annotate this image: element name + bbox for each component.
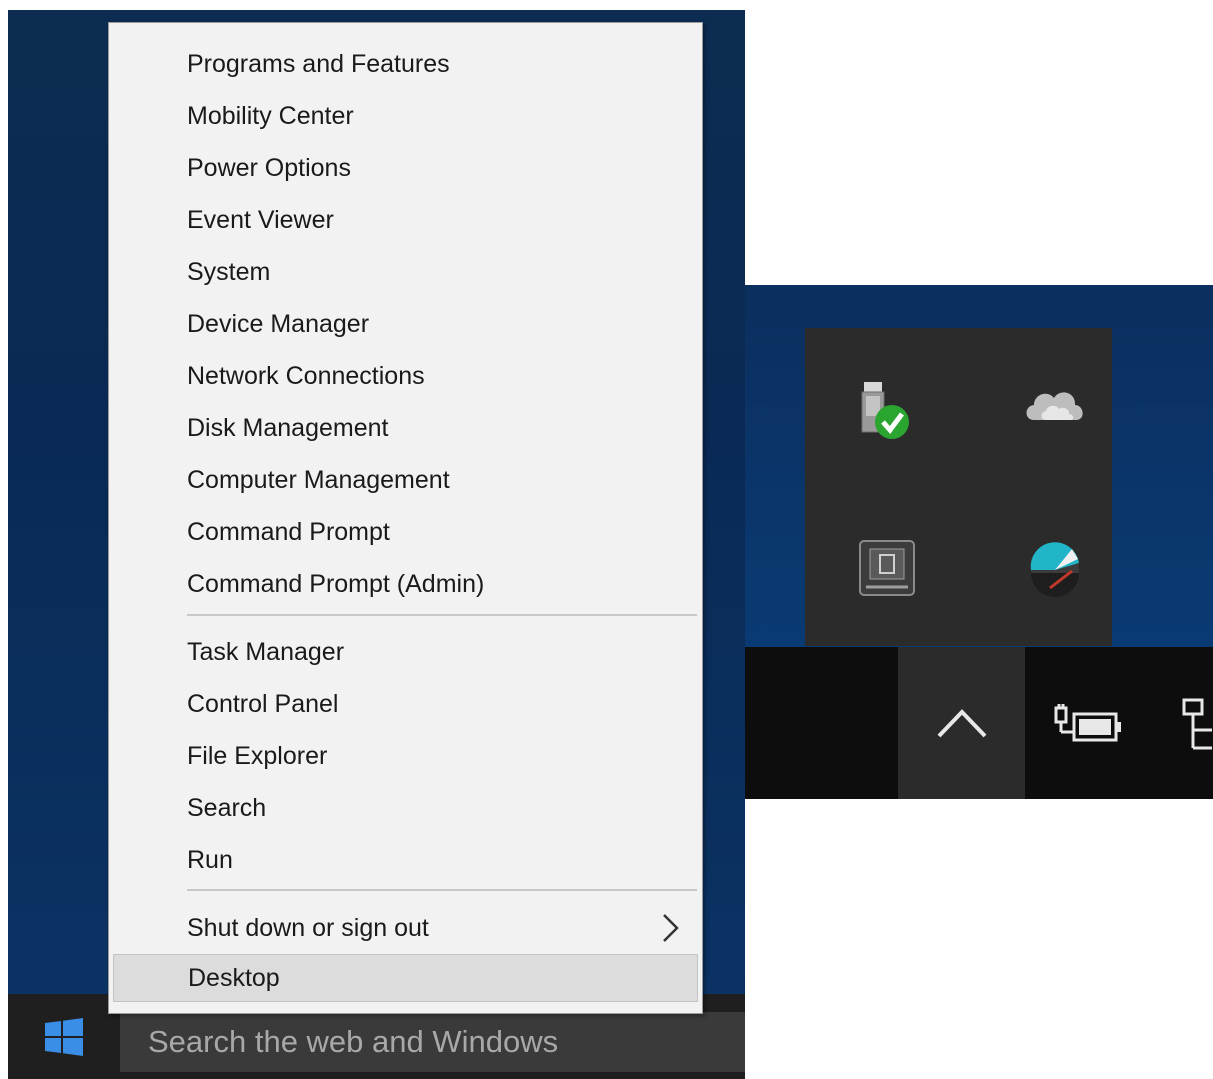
keyboard-driver-icon <box>859 540 915 596</box>
search-placeholder: Search the web and Windows <box>148 1024 559 1059</box>
menu-item-device-manager[interactable]: Device Manager <box>109 300 702 348</box>
show-hidden-icons-button[interactable] <box>898 647 1025 799</box>
search-input[interactable]: Search the web and Windows <box>120 1012 745 1072</box>
menu-item-mobility-center[interactable]: Mobility Center <box>109 92 702 140</box>
keyboard-driver-icon[interactable] <box>847 528 927 608</box>
app-tray-icon <box>1030 542 1079 597</box>
usb-safely-remove-icon[interactable] <box>847 373 927 453</box>
chevron-right-icon <box>663 914 679 942</box>
app-tray-icon[interactable] <box>1015 528 1095 608</box>
network-icon <box>1182 698 1212 750</box>
menu-item-command-prompt-admin[interactable]: Command Prompt (Admin) <box>109 560 702 608</box>
menu-item-task-manager[interactable]: Task Manager <box>109 628 702 676</box>
network-icon[interactable] <box>1178 696 1213 756</box>
menu-separator <box>187 614 697 616</box>
menu-item-power-options[interactable]: Power Options <box>109 144 702 192</box>
onedrive-cloud-icon <box>1026 392 1083 420</box>
winx-context-menu: Programs and Features Mobility Center Po… <box>108 22 703 1014</box>
menu-item-event-viewer[interactable]: Event Viewer <box>109 196 702 244</box>
menu-item-system[interactable]: System <box>109 248 702 296</box>
chevron-up-icon <box>937 709 986 738</box>
usb-safely-remove-icon <box>861 382 909 439</box>
shutdown-label: Shut down or sign out <box>187 913 429 942</box>
menu-item-file-explorer[interactable]: File Explorer <box>109 732 702 780</box>
menu-item-command-prompt[interactable]: Command Prompt <box>109 508 702 556</box>
power-battery-icon <box>1054 704 1121 742</box>
menu-item-disk-management[interactable]: Disk Management <box>109 404 702 452</box>
menu-item-search[interactable]: Search <box>109 784 702 832</box>
start-button[interactable] <box>8 994 120 1079</box>
menu-item-programs-and-features[interactable]: Programs and Features <box>109 40 702 88</box>
onedrive-cloud-icon[interactable] <box>1015 368 1095 448</box>
notification-overflow-flyout <box>805 328 1112 646</box>
menu-item-desktop[interactable]: Desktop <box>113 954 698 1002</box>
menu-item-run[interactable]: Run <box>109 836 702 884</box>
menu-item-shut-down-or-sign-out[interactable]: Shut down or sign out <box>109 904 702 952</box>
power-battery-icon[interactable] <box>1052 696 1124 752</box>
menu-item-control-panel[interactable]: Control Panel <box>109 680 702 728</box>
menu-item-network-connections[interactable]: Network Connections <box>109 352 702 400</box>
menu-item-computer-management[interactable]: Computer Management <box>109 456 702 504</box>
menu-separator <box>187 889 697 891</box>
windows-logo-icon <box>45 1017 83 1056</box>
